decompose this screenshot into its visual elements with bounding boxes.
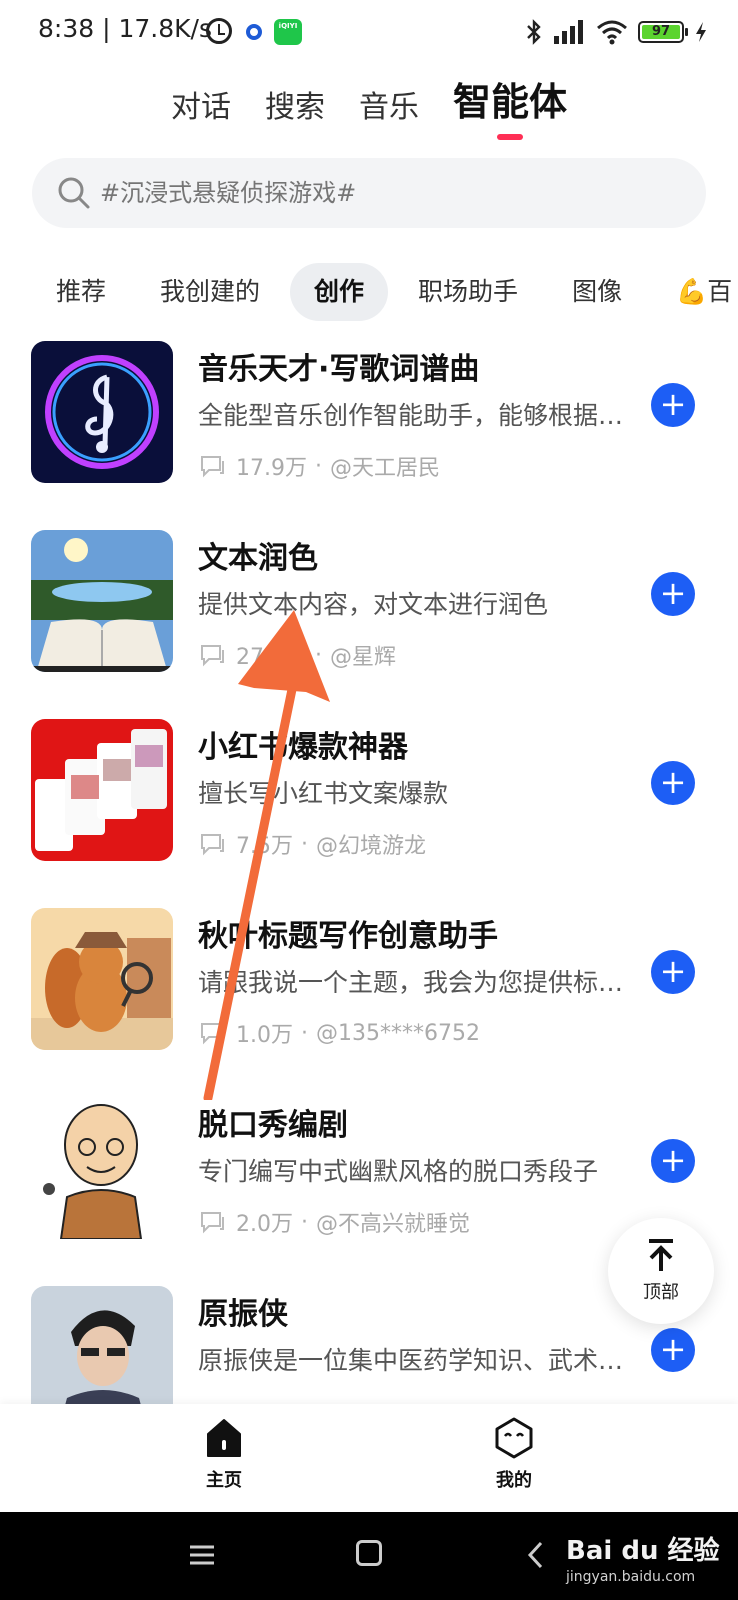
tab-search[interactable]: 搜索 [265, 82, 325, 140]
agent-meta: 27.8万 · @星辉 [198, 639, 396, 671]
top-tabs: 对话 搜索 音乐 智能体 [0, 70, 738, 140]
bluetooth-icon [527, 19, 541, 45]
agent-title: 文本润色 [198, 541, 318, 576]
author: @天工居民 [330, 456, 441, 481]
home-icon [207, 1419, 241, 1457]
nav-me-label: 我的 [496, 1470, 532, 1491]
agent-meta: 2.0万 · @不高兴就睡觉 [198, 1206, 470, 1238]
iqiyi-app-icon: iQIYI [274, 19, 302, 45]
back-to-top-button[interactable]: 顶部 [608, 1218, 714, 1324]
separator: · [301, 1209, 308, 1235]
agent-title: 小红书爆款神器 [198, 730, 408, 765]
search-input[interactable] [100, 179, 660, 207]
comment-icon [201, 834, 224, 856]
baidu-watermark: Bai du 经验 jingyan.baidu.com [566, 1530, 720, 1585]
agent-item[interactable]: 音乐天才·写歌词谱曲 全能型音乐创作智能助手，能够根据您的需求 17.9万 · … [0, 338, 738, 527]
comment-icon [201, 456, 224, 478]
author: @星辉 [330, 645, 397, 670]
add-agent-button[interactable]: + [651, 572, 695, 616]
agent-item[interactable]: 秋叶标题写作创意助手 请跟我说一个主题，我会为您提供标题创意 1.0万 · @1… [0, 905, 738, 1094]
xiaohongshu-thumbnail [31, 719, 173, 861]
separator: · [315, 453, 322, 479]
usage-count: 7.5万 [236, 834, 293, 859]
author: @不高兴就睡觉 [316, 1212, 471, 1237]
agent-desc: 原振侠是一位集中医药学知识、武术于一身的 [198, 1346, 638, 1375]
agent-meta: 7.5万 · @幻境游龙 [198, 828, 426, 860]
separator: · [301, 831, 308, 857]
agent-item[interactable]: 小红书爆款神器 擅长写小红书文案爆款 7.5万 · @幻境游龙 + [0, 716, 738, 905]
active-tab-indicator [496, 134, 523, 140]
author: @幻境游龙 [316, 834, 427, 859]
watermark-brand: Bai du 经验 [566, 1536, 720, 1566]
status-bar: 8:38 | 17.8K/s iQIYI 97 [0, 0, 738, 66]
author: @135****6752 [316, 1020, 480, 1046]
category-creation[interactable]: 创作 [290, 263, 389, 321]
system-navigation-bar: Bai du 经验 jingyan.baidu.com [0, 1512, 738, 1600]
category-image[interactable]: 图像 [548, 263, 646, 321]
detective-squirrel-thumbnail [31, 908, 173, 1050]
battery-level: 97 [642, 25, 680, 39]
agent-title: 秋叶标题写作创意助手 [198, 919, 498, 954]
charging-icon [696, 22, 706, 42]
tab-dialog[interactable]: 对话 [171, 82, 231, 140]
system-home-icon[interactable] [356, 1540, 382, 1566]
signal-icon [554, 20, 583, 44]
agent-meta: 1.0万 · @135****6752 [198, 1017, 480, 1049]
usage-count: 27.8万 [236, 645, 307, 670]
agent-title: 音乐天才·写歌词谱曲 [198, 352, 480, 387]
circle-dot-icon [246, 24, 262, 40]
nav-me[interactable]: 我的 [464, 1416, 564, 1492]
category-workplace[interactable]: 职场助手 [394, 263, 542, 321]
agent-desc: 专门编写中式幽默风格的脱口秀段子 [198, 1157, 599, 1186]
separator: · [301, 1020, 308, 1046]
nav-home[interactable]: 主页 [174, 1416, 274, 1492]
search-bar[interactable] [32, 158, 706, 228]
agent-item[interactable]: 文本润色 提供文本内容，对文本进行润色 27.8万 · @星辉 + [0, 527, 738, 716]
comedian-cartoon-thumbnail [31, 1097, 173, 1239]
usage-count: 17.9万 [236, 456, 307, 481]
status-time: 8:38 | 17.8K/s [38, 14, 212, 43]
category-recommend[interactable]: 推荐 [32, 263, 130, 321]
separator: · [315, 642, 322, 668]
category-my-created[interactable]: 我创建的 [136, 263, 284, 321]
book-landscape-thumbnail [31, 530, 173, 672]
add-agent-button[interactable]: + [651, 1328, 695, 1372]
wifi-icon [597, 20, 627, 45]
tab-agents[interactable]: 智能体 [453, 71, 567, 140]
usage-count: 2.0万 [236, 1212, 293, 1237]
music-note-thumbnail [31, 341, 173, 483]
usage-count: 1.0万 [236, 1023, 293, 1048]
add-agent-button[interactable]: + [651, 950, 695, 994]
tab-agents-label: 智能体 [452, 80, 567, 124]
battery-icon: 97 [638, 21, 688, 43]
arrow-up-icon [649, 1239, 673, 1271]
category-tabs: 推荐 我创建的 创作 职场助手 图像 💪百 [32, 262, 738, 322]
category-more[interactable]: 💪百 [652, 263, 738, 321]
profile-face-icon [495, 1417, 533, 1459]
back-to-top-label: 顶部 [643, 1282, 679, 1303]
back-icon[interactable] [526, 1540, 544, 1570]
search-icon [58, 177, 90, 209]
comment-icon [201, 1023, 224, 1045]
add-agent-button[interactable]: + [651, 761, 695, 805]
status-indicators: 97 [526, 16, 708, 48]
menu-icon[interactable] [188, 1544, 216, 1566]
nav-home-label: 主页 [206, 1470, 242, 1491]
add-agent-button[interactable]: + [651, 1139, 695, 1183]
agent-title: 脱口秀编剧 [198, 1108, 348, 1143]
agent-desc: 请跟我说一个主题，我会为您提供标题创意 [198, 968, 638, 997]
tab-music[interactable]: 音乐 [359, 82, 419, 140]
bottom-nav: 主页 我的 [0, 1404, 738, 1512]
agent-desc: 提供文本内容，对文本进行润色 [198, 590, 549, 619]
agent-desc: 全能型音乐创作智能助手，能够根据您的需求 [198, 401, 638, 430]
watermark-url: jingyan.baidu.com [566, 1569, 696, 1585]
agent-meta: 17.9万 · @天工居民 [198, 450, 440, 482]
agent-desc: 擅长写小红书文案爆款 [198, 779, 449, 808]
add-agent-button[interactable]: + [651, 383, 695, 427]
alarm-icon [206, 18, 232, 44]
comment-icon [201, 645, 224, 667]
agent-title: 原振侠 [198, 1297, 288, 1332]
comment-icon [201, 1212, 224, 1234]
